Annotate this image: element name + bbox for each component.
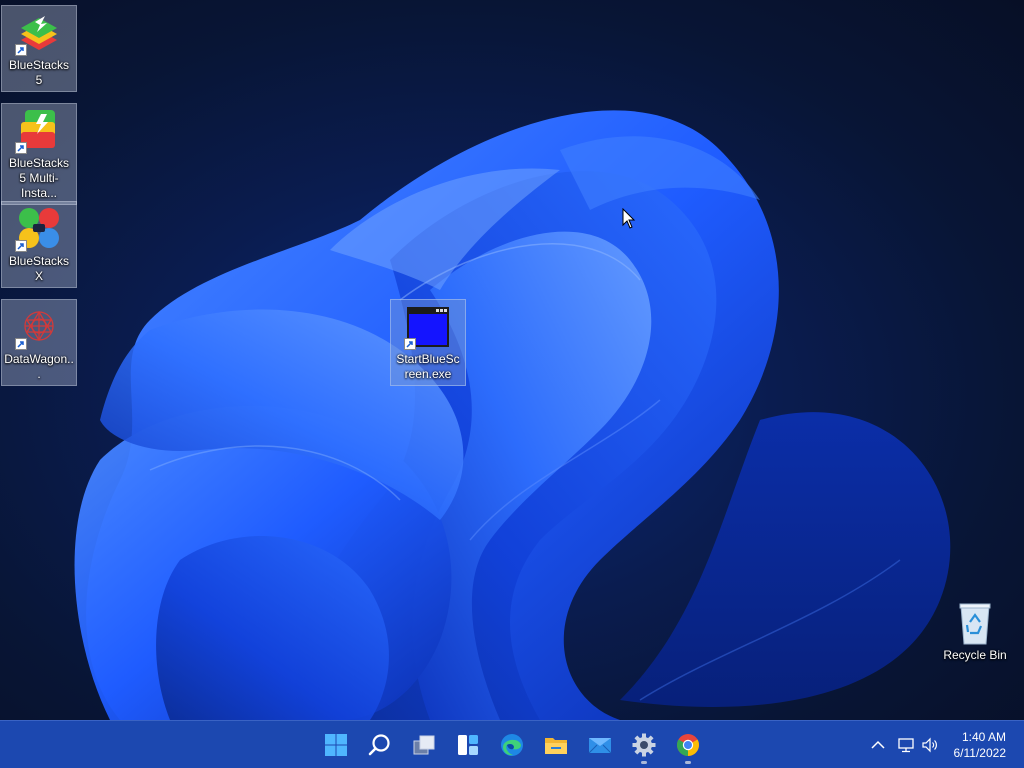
- bloom-wallpaper: [74, 110, 951, 720]
- task-view-button[interactable]: [404, 725, 444, 765]
- bluestacks-x-icon: [15, 206, 63, 252]
- exe-window-icon: [404, 304, 452, 350]
- edge-button[interactable]: [492, 725, 532, 765]
- shortcut-arrow-icon: [15, 338, 27, 350]
- chrome-icon: [677, 734, 699, 756]
- edge-icon: [501, 734, 523, 756]
- chrome-button[interactable]: [668, 725, 708, 765]
- settings-button[interactable]: [624, 725, 664, 765]
- mouse-cursor-icon: [622, 208, 636, 229]
- shortcut-arrow-icon: [15, 142, 27, 154]
- desktop-icon-label: DataWagon...: [4, 352, 74, 381]
- desktop-icon-label: BlueStacks 5: [8, 58, 70, 87]
- bluestacks-5-icon: [15, 10, 63, 56]
- task-view-icon: [413, 735, 435, 755]
- desktop-icon-recycle-bin[interactable]: Recycle Bin: [937, 595, 1013, 667]
- running-indicator: [685, 761, 691, 764]
- desktop-icon-startbluescreen[interactable]: StartBlueScreen.exe: [390, 299, 466, 386]
- clock-date: 6/11/2022: [953, 746, 1007, 760]
- recycle-bin-icon: [951, 600, 999, 646]
- start-button[interactable]: [316, 725, 356, 765]
- shortcut-arrow-icon: [15, 44, 27, 56]
- bluestacks-multi-instance-icon: [15, 108, 63, 154]
- file-explorer-button[interactable]: [536, 725, 576, 765]
- volume-button[interactable]: [920, 735, 940, 755]
- desktop-icon-datawagon[interactable]: DataWagon...: [1, 299, 77, 386]
- clock-time: 1:40 AM: [961, 730, 1006, 744]
- desktop-icon-bluestacks-multi-instance[interactable]: BlueStacks 5 Multi-Insta...: [1, 103, 77, 205]
- volume-icon: [922, 737, 937, 753]
- mail-icon: [588, 738, 612, 754]
- shortcut-arrow-icon: [404, 338, 416, 350]
- desktop-icon-label: BlueStacks X: [8, 254, 70, 283]
- network-icon: [898, 738, 914, 753]
- chevron-up-icon: [871, 740, 885, 749]
- desktop-icon-bluestacks-5[interactable]: BlueStacks 5: [1, 5, 77, 92]
- mail-button[interactable]: [580, 725, 620, 765]
- show-hidden-icons-button[interactable]: [868, 735, 888, 755]
- desktop-icon-bluestacks-x[interactable]: BlueStacks X: [1, 201, 77, 288]
- file-explorer-icon: [545, 738, 567, 754]
- search-icon: [368, 734, 390, 756]
- network-button[interactable]: [896, 735, 916, 755]
- clock[interactable]: 1:40 AM 6/11/2022: [954, 729, 1007, 761]
- search-button[interactable]: [360, 725, 400, 765]
- desktop[interactable]: BlueStacks 5 BlueStacks 5 Multi-Insta...: [0, 0, 1024, 720]
- desktop-icon-label: Recycle Bin: [943, 648, 1007, 662]
- running-indicator: [641, 761, 647, 764]
- datawagon-icon: [15, 304, 63, 350]
- windows-start-icon: [325, 734, 347, 756]
- desktop-icon-label: BlueStacks 5 Multi-Insta...: [8, 156, 70, 200]
- widgets-button[interactable]: [448, 725, 488, 765]
- shortcut-arrow-icon: [15, 240, 27, 252]
- desktop-icon-label: StartBlueScreen.exe: [396, 352, 460, 381]
- settings-gear-icon: [632, 733, 656, 757]
- taskbar: 1:40 AM 6/11/2022: [0, 720, 1024, 768]
- widgets-icon: [458, 735, 478, 755]
